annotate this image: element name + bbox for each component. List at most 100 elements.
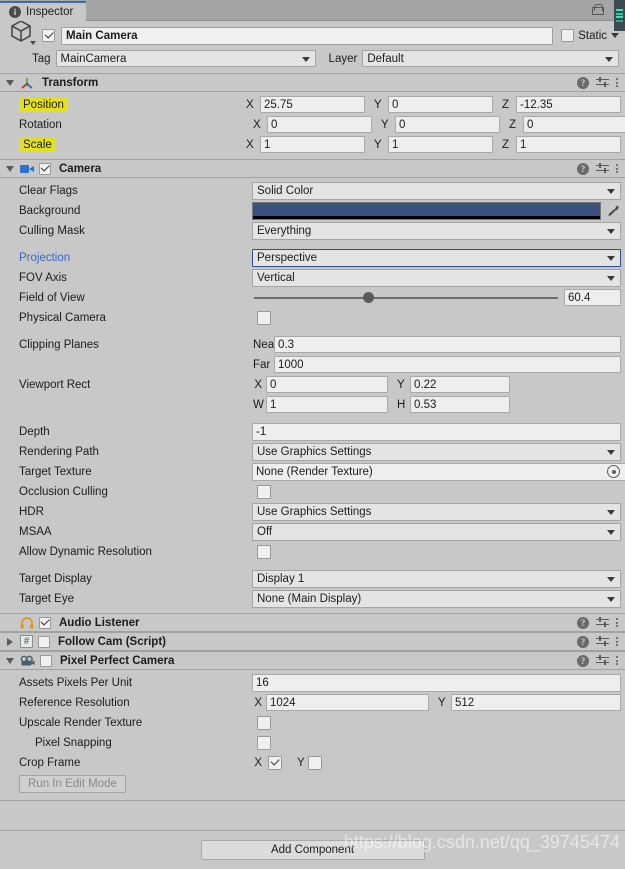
layer-label: Layer	[328, 52, 358, 65]
depth-input[interactable]: -1	[252, 422, 621, 441]
viewport-x-input[interactable]: 0	[266, 376, 388, 393]
chevron-down-icon	[605, 56, 613, 62]
reference-resolution-y-input[interactable]: 512	[451, 694, 621, 711]
follow-cam-enabled-checkbox[interactable]	[38, 635, 50, 648]
crop-frame-y-checkbox[interactable]	[308, 755, 322, 770]
adjacent-panel-edge[interactable]	[614, 0, 625, 31]
lock-inspector-button[interactable]	[589, 1, 605, 19]
position-z-input[interactable]: -12.35	[516, 96, 621, 113]
info-icon: i	[9, 6, 21, 18]
background-color-swatch[interactable]	[252, 201, 601, 220]
rendering-path-row: Rendering Path Use Graphics Settings	[4, 442, 621, 461]
allow-dynamic-resolution-checkbox[interactable]	[257, 544, 271, 559]
preset-settings-icon[interactable]	[596, 654, 609, 667]
component-header-audio-listener[interactable]: Audio Listener ?	[0, 613, 625, 632]
slider-knob[interactable]	[363, 292, 375, 303]
add-component-button[interactable]: Add Component	[200, 840, 425, 860]
foldout-arrow-icon[interactable]	[5, 656, 15, 666]
preset-settings-icon[interactable]	[596, 635, 609, 648]
run-in-edit-mode-button[interactable]: Run In Edit Mode	[19, 775, 126, 793]
rotation-y-input[interactable]: 0	[395, 116, 500, 133]
viewport-rect-wh-row: W 1 H 0.53	[4, 395, 621, 414]
component-header-transform[interactable]: Transform ?	[0, 73, 625, 92]
kebab-menu-icon[interactable]	[616, 656, 618, 665]
scale-y-input[interactable]: 1	[388, 136, 493, 153]
scale-x-input[interactable]: 1	[260, 136, 365, 153]
viewport-y-input[interactable]: 0.22	[410, 376, 510, 393]
culling-mask-dropdown[interactable]: Everything	[252, 221, 621, 240]
transform-body: Position X 25.75 Y 0 Z -12.35 Rotation X…	[0, 92, 625, 159]
clipping-planes-near-row: Clipping Planes Near 0.3	[4, 335, 621, 354]
assets-ppu-input[interactable]: 16	[252, 673, 621, 692]
pixel-perfect-camera-enabled-checkbox[interactable]	[40, 654, 52, 667]
gameobject-header: Main Camera Static Tag MainCamera Layer …	[0, 21, 625, 73]
component-header-pixel-perfect-camera[interactable]: Pixel Perfect Camera ?	[0, 651, 625, 670]
chevron-down-icon	[607, 509, 615, 515]
viewport-h-input[interactable]: 0.53	[410, 396, 510, 413]
component-header-camera[interactable]: Camera ?	[0, 159, 625, 178]
axis-z-label: Z	[509, 118, 517, 131]
layer-dropdown[interactable]: Default	[362, 50, 619, 67]
static-checkbox[interactable]	[561, 29, 575, 42]
occlusion-culling-checkbox[interactable]	[257, 484, 271, 499]
preset-settings-icon[interactable]	[596, 162, 609, 175]
gameobject-enabled-checkbox[interactable]	[42, 29, 55, 42]
kebab-menu-icon[interactable]	[616, 78, 618, 87]
target-texture-object-field[interactable]: None (Render Texture)	[252, 462, 625, 481]
help-icon[interactable]: ?	[577, 76, 589, 89]
chevron-down-icon	[607, 596, 615, 602]
preset-settings-icon[interactable]	[596, 76, 609, 89]
position-y-input[interactable]: 0	[388, 96, 493, 113]
rotation-x-input[interactable]: 0	[267, 116, 372, 133]
foldout-arrow-icon[interactable]	[5, 78, 15, 88]
rotation-z-input[interactable]: 0	[523, 116, 625, 133]
pixel-snapping-checkbox[interactable]	[257, 735, 271, 750]
help-icon[interactable]: ?	[577, 635, 589, 648]
object-picker-icon[interactable]	[606, 464, 621, 479]
upscale-render-texture-checkbox[interactable]	[257, 715, 271, 730]
field-of-view-slider[interactable]	[254, 291, 558, 305]
audio-listener-enabled-checkbox[interactable]	[39, 616, 51, 629]
static-dropdown-arrow-icon[interactable]	[611, 33, 619, 38]
preset-settings-icon[interactable]	[596, 616, 609, 629]
gameobject-name-input[interactable]: Main Camera	[61, 26, 554, 45]
reference-resolution-row: Reference Resolution X 1024 Y 512	[4, 693, 621, 712]
viewport-w-input[interactable]: 1	[266, 396, 388, 413]
fov-axis-dropdown[interactable]: Vertical	[252, 268, 621, 287]
rendering-path-dropdown[interactable]: Use Graphics Settings	[252, 442, 621, 461]
component-title: Camera	[59, 162, 102, 175]
component-header-follow-cam[interactable]: # Follow Cam (Script) ?	[0, 632, 625, 651]
hdr-dropdown[interactable]: Use Graphics Settings	[252, 502, 621, 521]
help-icon[interactable]: ?	[577, 162, 589, 175]
tag-dropdown[interactable]: MainCamera	[55, 50, 316, 67]
clipping-far-input[interactable]: 1000	[274, 356, 621, 373]
reference-resolution-x-input[interactable]: 1024	[266, 694, 429, 711]
kebab-menu-icon[interactable]	[616, 618, 618, 627]
foldout-arrow-icon[interactable]	[5, 164, 15, 174]
help-icon[interactable]: ?	[577, 616, 589, 629]
help-icon[interactable]: ?	[577, 654, 589, 667]
target-eye-dropdown[interactable]: None (Main Display)	[252, 589, 621, 608]
axis-x-label: X	[246, 98, 254, 111]
field-of-view-input[interactable]: 60.4	[564, 289, 621, 306]
clipping-near-input[interactable]: 0.3	[274, 336, 621, 353]
position-x-input[interactable]: 25.75	[260, 96, 365, 113]
msaa-dropdown[interactable]: Off	[252, 522, 621, 541]
crop-frame-x-checkbox[interactable]	[268, 755, 282, 770]
color-alpha-band	[253, 215, 600, 219]
target-display-dropdown[interactable]: Display 1	[252, 569, 621, 588]
physical-camera-row: Physical Camera	[4, 308, 621, 327]
kebab-menu-icon[interactable]	[616, 164, 618, 173]
eyedropper-icon[interactable]	[605, 202, 621, 220]
allow-dynamic-resolution-field	[252, 544, 621, 559]
projection-dropdown[interactable]: Perspective	[252, 248, 621, 267]
clear-flags-dropdown[interactable]: Solid Color	[252, 181, 621, 200]
kebab-menu-icon[interactable]	[616, 637, 618, 646]
foldout-arrow-icon[interactable]	[5, 637, 15, 647]
clipping-planes-label: Clipping Planes	[19, 338, 99, 351]
scale-z-input[interactable]: 1	[516, 136, 621, 153]
tab-inspector[interactable]: i Inspector	[0, 1, 87, 21]
physical-camera-checkbox[interactable]	[257, 310, 271, 325]
camera-enabled-checkbox[interactable]	[39, 162, 51, 175]
